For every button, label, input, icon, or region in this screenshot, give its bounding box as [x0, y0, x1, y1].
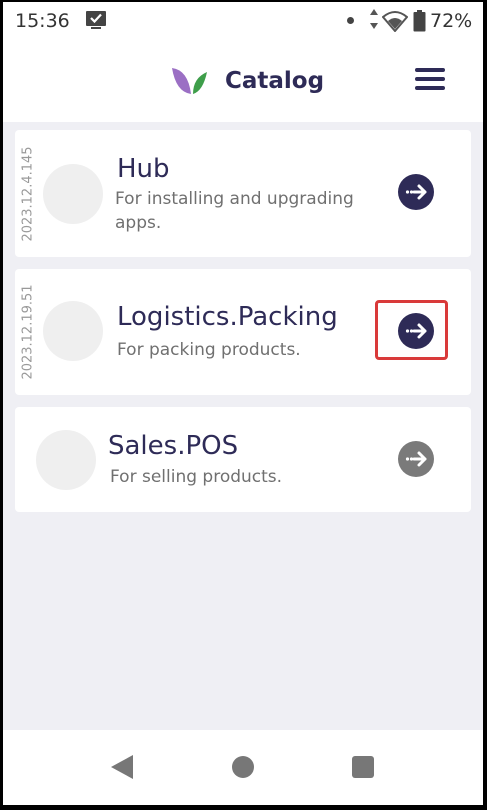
app-screen: 15:36 72% Catalog 2023.12.4.145 Hub For …	[3, 2, 483, 805]
leaf-logo	[172, 68, 207, 94]
recents-icon[interactable]	[352, 756, 374, 778]
app-avatar	[36, 430, 96, 490]
checkbox-notification-icon	[86, 11, 106, 29]
dot-icon	[347, 17, 354, 24]
app-card-sales-pos: Sales.POS For selling products.	[15, 407, 471, 512]
battery-icon	[413, 10, 426, 32]
app-name: Logistics.Packing	[117, 302, 338, 332]
app-description: For packing products.	[117, 340, 301, 360]
arrow-right-circle-icon[interactable]	[398, 174, 434, 210]
app-version: 2023.12.19.51	[20, 284, 36, 380]
app-bar: Catalog	[3, 40, 483, 122]
app-avatar	[43, 301, 103, 361]
app-description: For selling products.	[110, 467, 283, 487]
wifi-icon	[382, 11, 408, 32]
data-arrows-icon	[370, 9, 378, 29]
status-bar: 15:36 72%	[3, 2, 483, 40]
status-time: 15:36	[15, 10, 70, 32]
hamburger-menu-icon[interactable]	[415, 68, 445, 94]
highlight-box	[375, 300, 448, 360]
battery-percent: 72%	[430, 10, 473, 32]
system-nav-bar	[3, 730, 483, 805]
app-name: Hub	[117, 154, 170, 184]
app-name: Sales.POS	[108, 431, 239, 461]
arrow-right-circle-icon[interactable]	[398, 441, 434, 477]
app-version: 2023.12.4.145	[20, 145, 36, 242]
page-title: Catalog	[225, 68, 325, 94]
app-description: For installing and upgrading apps.	[115, 189, 354, 233]
app-avatar	[43, 164, 103, 224]
back-icon[interactable]	[110, 754, 134, 780]
app-list: 2023.12.4.145 Hub For installing and upg…	[3, 122, 483, 730]
home-icon[interactable]	[232, 756, 254, 778]
app-card-hub: 2023.12.4.145 Hub For installing and upg…	[15, 130, 471, 257]
